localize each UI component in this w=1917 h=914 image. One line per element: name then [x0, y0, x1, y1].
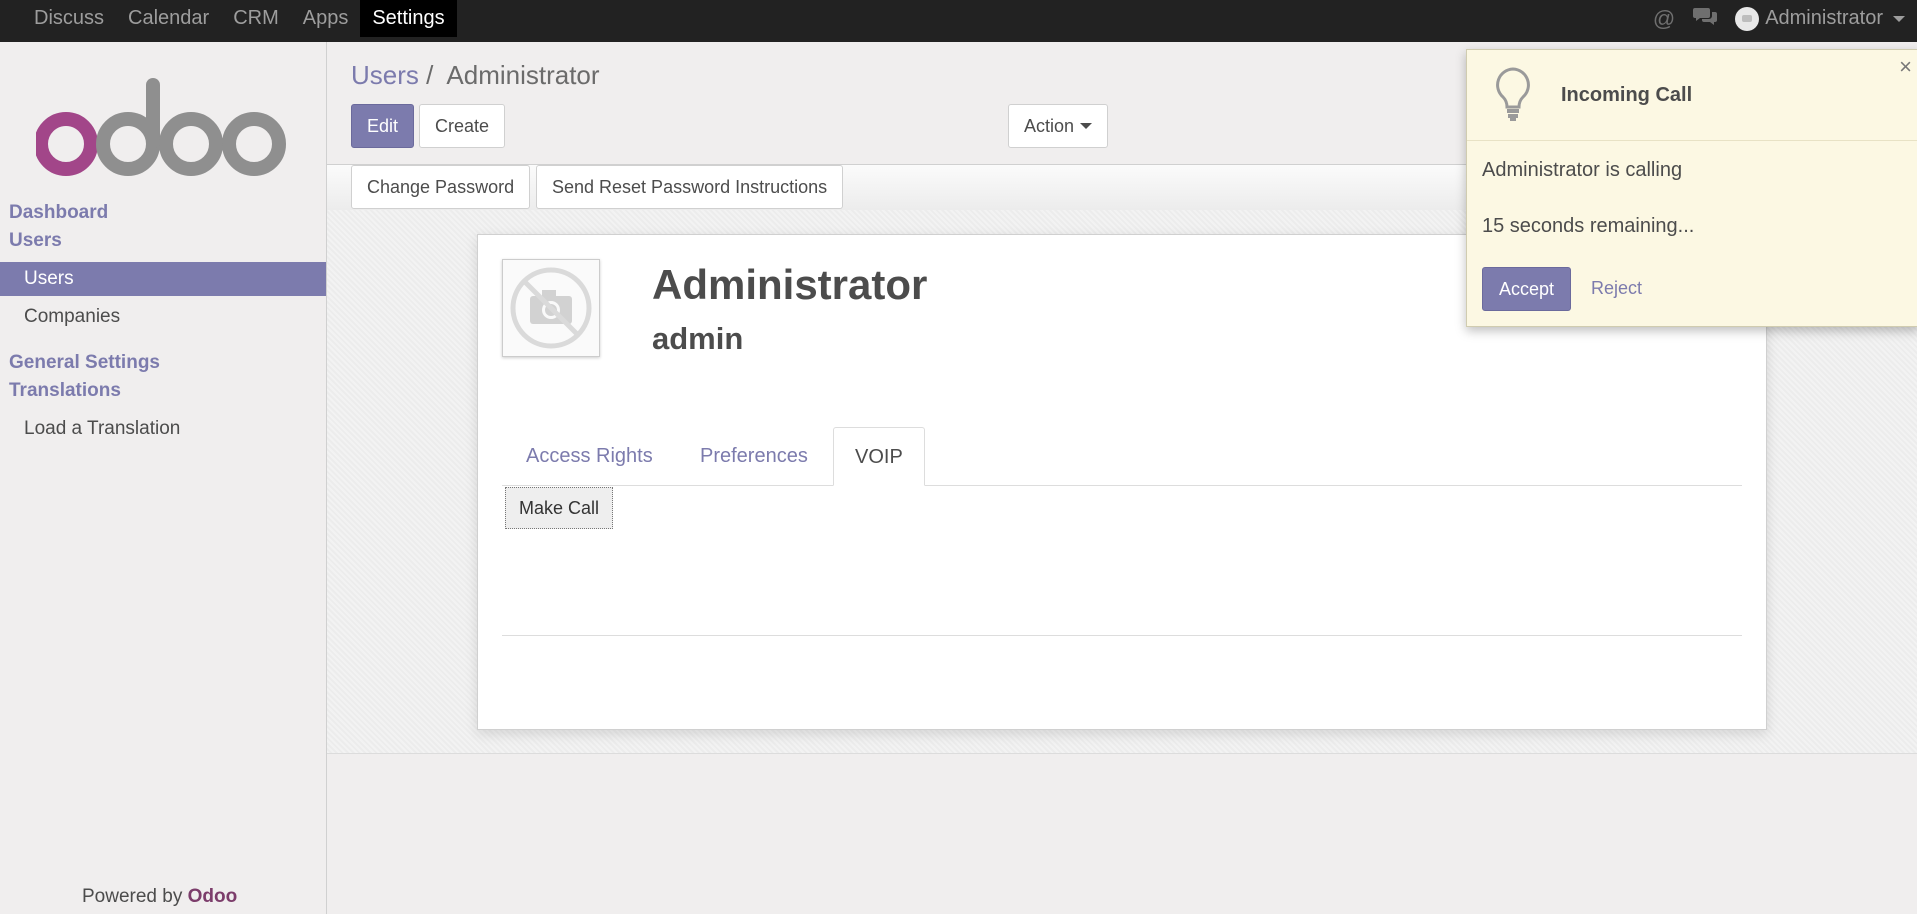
- mention-icon[interactable]: @: [1653, 6, 1675, 32]
- tab-voip[interactable]: VOIP: [833, 427, 925, 486]
- notification-title: Incoming Call: [1561, 84, 1693, 106]
- menu-apps[interactable]: Apps: [291, 0, 361, 37]
- menu-settings[interactable]: Settings: [360, 0, 457, 37]
- create-button[interactable]: Create: [419, 104, 506, 148]
- tab-preferences[interactable]: Preferences: [700, 427, 808, 485]
- make-call-button[interactable]: Make Call: [505, 487, 614, 529]
- chat-bubbles-icon[interactable]: [1693, 6, 1718, 32]
- top-navbar: Discuss Calendar CRM Apps Settings @ Adm…: [0, 0, 1917, 42]
- odoo-logo: [36, 78, 286, 176]
- breadcrumb-separator: /: [426, 60, 434, 90]
- odoo-link[interactable]: Odoo: [188, 886, 238, 907]
- edit-button[interactable]: Edit: [351, 104, 415, 148]
- sidebar-item-companies[interactable]: Companies: [0, 300, 326, 334]
- tab-access-rights[interactable]: Access Rights: [526, 427, 653, 485]
- lightbulb-icon: [1496, 67, 1530, 121]
- countdown-text: 15 seconds remaining...: [1482, 215, 1695, 237]
- powered-by: Powered by Odoo: [82, 886, 237, 908]
- sidebar-item-users[interactable]: Users: [0, 262, 326, 296]
- section-dashboard[interactable]: Dashboard: [9, 202, 108, 224]
- chevron-down-icon: [1893, 15, 1905, 22]
- user-photo[interactable]: [502, 259, 600, 357]
- no-photo-icon: [510, 267, 592, 349]
- menu-crm[interactable]: CRM: [221, 0, 291, 37]
- app-menu: Discuss Calendar CRM Apps Settings: [22, 0, 457, 42]
- breadcrumb: Users / Administrator: [351, 60, 600, 91]
- change-password-button[interactable]: Change Password: [351, 165, 531, 209]
- send-reset-password-button[interactable]: Send Reset Password Instructions: [536, 165, 844, 209]
- sidebar-item-load-translation[interactable]: Load a Translation: [0, 412, 326, 446]
- action-dropdown[interactable]: Action: [1008, 104, 1109, 148]
- powered-prefix: Powered by: [82, 886, 188, 907]
- breadcrumb-current: Administrator: [446, 60, 600, 90]
- systray: @ Administrator: [1653, 0, 1905, 37]
- section-users[interactable]: Users: [9, 230, 62, 252]
- action-label: Action: [1024, 115, 1075, 136]
- user-menu[interactable]: Administrator: [1735, 6, 1905, 31]
- reject-link[interactable]: Reject: [1591, 278, 1642, 299]
- divider: [502, 635, 1742, 636]
- menu-calendar[interactable]: Calendar: [116, 0, 221, 37]
- accept-button[interactable]: Accept: [1482, 267, 1572, 311]
- incoming-call-notification: × Incoming Call Administrator is calling…: [1466, 49, 1917, 327]
- notification-header: Incoming Call: [1467, 50, 1917, 141]
- chevron-down-icon: [1080, 123, 1093, 129]
- user-name: Administrator: [1765, 7, 1883, 29]
- section-general-settings[interactable]: General Settings: [9, 352, 160, 374]
- sidebar: Dashboard Users Users Companies General …: [0, 42, 327, 914]
- menu-discuss[interactable]: Discuss: [22, 0, 116, 37]
- user-name-field: Administrator: [652, 261, 928, 308]
- caller-message: Administrator is calling: [1482, 159, 1683, 181]
- user-login-field: admin: [652, 321, 744, 356]
- section-translations[interactable]: Translations: [9, 380, 121, 402]
- breadcrumb-users[interactable]: Users: [351, 60, 419, 90]
- notebook-tabs: Access Rights Preferences VOIP: [502, 427, 1742, 486]
- user-avatar: [1735, 6, 1760, 31]
